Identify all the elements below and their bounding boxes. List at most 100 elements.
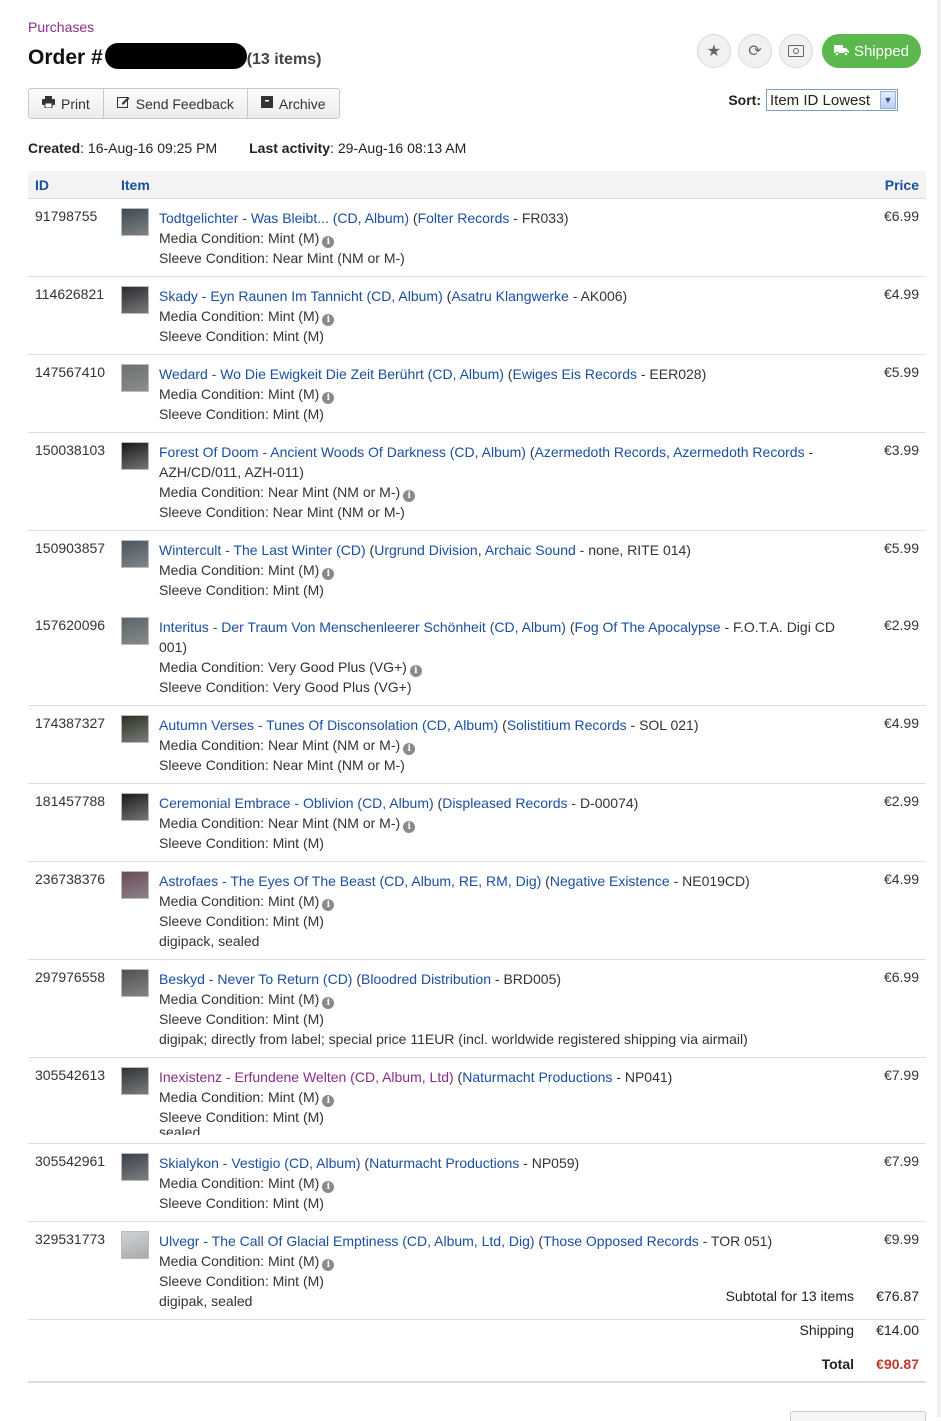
item-thumbnail[interactable] — [121, 1067, 149, 1095]
info-icon[interactable]: i — [322, 314, 335, 326]
release-link[interactable]: Astrofaes - The Eyes Of The Beast (CD, A… — [159, 873, 541, 889]
order-actions: Print Send Feedback Archive — [28, 88, 340, 119]
release-link[interactable]: Todtgelichter - Was Bleibt... (CD, Album… — [159, 210, 409, 226]
item-details: Wedard - Wo Die Ewigkeit Die Zeit Berühr… — [159, 355, 848, 432]
item-thumbnail[interactable] — [121, 286, 149, 314]
item-thumbnail[interactable] — [121, 617, 149, 645]
label-link[interactable]: Those Opposed Records — [543, 1233, 699, 1249]
table-header: ID Item Price — [28, 171, 926, 199]
catalog-number: - SOL 021) — [626, 717, 699, 733]
money-icon[interactable] — [778, 34, 813, 68]
catalog-number: - none, RITE 014) — [575, 542, 691, 558]
sleeve-condition: Sleeve Condition: Mint (M) — [159, 1195, 324, 1211]
item-thumbnail[interactable] — [121, 442, 149, 470]
info-icon[interactable]: i — [322, 1259, 335, 1271]
release-link[interactable]: Inexistenz - Erfundene Welten (CD, Album… — [159, 1069, 454, 1085]
item-details: Wintercult - The Last Winter (CD) (Urgru… — [159, 531, 848, 608]
label-link[interactable]: Naturmacht Productions — [369, 1155, 519, 1171]
item-thumbnail[interactable] — [121, 871, 149, 899]
item-thumbnail[interactable] — [121, 364, 149, 392]
info-icon[interactable]: i — [322, 568, 335, 580]
sleeve-condition: Sleeve Condition: Mint (M) — [159, 328, 324, 344]
label-link[interactable]: Ewiges Eis Records — [512, 366, 637, 382]
breadcrumb[interactable]: Purchases — [28, 19, 94, 35]
shipping-row: Shipping €14.00 — [800, 1322, 927, 1338]
refresh-icon[interactable]: ⟳ — [737, 34, 772, 68]
info-icon[interactable]: i — [322, 392, 335, 404]
info-icon[interactable]: i — [403, 821, 416, 833]
info-icon[interactable]: i — [403, 490, 416, 502]
label-link[interactable]: Urgrund Division — [374, 542, 477, 558]
media-condition-text: Media Condition: Mint (M) — [159, 562, 320, 578]
release-link[interactable]: Ceremonial Embrace - Oblivion (CD, Album… — [159, 795, 434, 811]
print-button[interactable]: Print — [28, 88, 104, 119]
send-feedback-button[interactable]: Send Feedback — [102, 88, 248, 119]
release-link[interactable]: Interitus - Der Traum Von Menschenleerer… — [159, 619, 566, 635]
info-icon[interactable]: i — [322, 236, 335, 248]
star-icon[interactable]: ★ — [696, 34, 731, 68]
item-id: 305542961 — [35, 1153, 106, 1169]
label-link[interactable]: Displeased Records — [442, 795, 567, 811]
created-label: Created — [28, 140, 81, 156]
media-condition: Media Condition: Mint (M) i — [159, 306, 848, 326]
release-link[interactable]: Skady - Eyn Raunen Im Tannicht (CD, Albu… — [159, 288, 443, 304]
info-icon[interactable]: i — [403, 743, 416, 755]
archive-button[interactable]: Archive — [246, 88, 340, 119]
item-id: 329531773 — [35, 1231, 106, 1247]
item-id: 236738376 — [35, 871, 106, 887]
item-thumbnail[interactable] — [121, 208, 149, 236]
label-link[interactable]: Naturmacht Productions — [462, 1069, 612, 1085]
total-label: Total — [821, 1356, 854, 1372]
release-link[interactable]: Autumn Verses - Tunes Of Disconsolation … — [159, 717, 498, 733]
label-link[interactable]: Folter Records — [418, 210, 510, 226]
last-activity-value: : 29-Aug-16 08:13 AM — [330, 140, 467, 156]
sleeve-condition: Sleeve Condition: Mint (M) — [159, 835, 324, 851]
label-link-2[interactable]: Archaic Sound — [485, 542, 576, 558]
label-link[interactable]: Solistitium Records — [507, 717, 627, 733]
sleeve-condition: Sleeve Condition: Mint (M) — [159, 1011, 324, 1027]
item-details: Interitus - Der Traum Von Menschenleerer… — [159, 608, 848, 705]
col-header-id[interactable]: ID — [35, 177, 49, 193]
info-icon[interactable]: i — [322, 1095, 335, 1107]
release-link[interactable]: Beskyd - Never To Return (CD) — [159, 971, 352, 987]
page-scrollbar[interactable] — [937, 0, 941, 1417]
info-icon[interactable]: i — [322, 1181, 335, 1193]
chevron-down-icon[interactable]: ▼ — [880, 91, 896, 109]
item-title-line: Skialykon - Vestigio (CD, Album) (Naturm… — [159, 1155, 580, 1171]
col-header-item[interactable]: Item — [121, 177, 150, 193]
item-thumbnail[interactable] — [121, 540, 149, 568]
last-activity-label: Last activity — [249, 140, 331, 156]
media-condition: Media Condition: Mint (M) i — [159, 989, 848, 1009]
label-link[interactable]: Azermedoth Records — [535, 444, 667, 460]
bottom-button[interactable] — [790, 1411, 926, 1421]
label-link-2[interactable]: Azermedoth Records — [673, 444, 805, 460]
total-value: €90.87 — [876, 1356, 919, 1372]
table-row: 181457788 Ceremonial Embrace - Oblivion (… — [28, 784, 926, 862]
item-details: Skady - Eyn Raunen Im Tannicht (CD, Albu… — [159, 277, 848, 354]
release-link[interactable]: Wintercult - The Last Winter (CD) — [159, 542, 366, 558]
label-link[interactable]: Negative Existence — [550, 873, 670, 889]
item-thumbnail[interactable] — [121, 969, 149, 997]
release-link[interactable]: Forest Of Doom - Ancient Woods Of Darkne… — [159, 444, 526, 460]
catalog-number: - NE019CD) — [669, 873, 750, 889]
sort-select[interactable]: Item ID Lowest ▼ — [766, 89, 898, 111]
label-link[interactable]: Fog Of The Apocalypse — [575, 619, 721, 635]
shipped-status-button[interactable]: Shipped — [821, 34, 921, 68]
release-link[interactable]: Skialykon - Vestigio (CD, Album) — [159, 1155, 361, 1171]
table-row: 150903857 Wintercult - The Last Winter (C… — [28, 531, 926, 608]
label-link[interactable]: Asatru Klangwerke — [451, 288, 569, 304]
release-link[interactable]: Ulvegr - The Call Of Glacial Emptiness (… — [159, 1233, 535, 1249]
table-body: 91798755 Todtgelichter - Was Bleibt... (C… — [28, 199, 926, 1320]
item-thumbnail[interactable] — [121, 1153, 149, 1181]
media-condition-text: Media Condition: Very Good Plus (VG+) — [159, 659, 407, 675]
info-icon[interactable]: i — [322, 899, 335, 911]
item-thumbnail[interactable] — [121, 1231, 149, 1259]
release-link[interactable]: Wedard - Wo Die Ewigkeit Die Zeit Berühr… — [159, 366, 504, 382]
item-thumbnail[interactable] — [121, 715, 149, 743]
label-link[interactable]: Bloodred Distribution — [361, 971, 491, 987]
info-icon[interactable]: i — [322, 997, 335, 1009]
col-header-price[interactable]: Price — [885, 177, 919, 193]
info-icon[interactable]: i — [409, 665, 422, 677]
breadcrumb-purchases-link[interactable]: Purchases — [28, 19, 94, 35]
item-thumbnail[interactable] — [121, 793, 149, 821]
